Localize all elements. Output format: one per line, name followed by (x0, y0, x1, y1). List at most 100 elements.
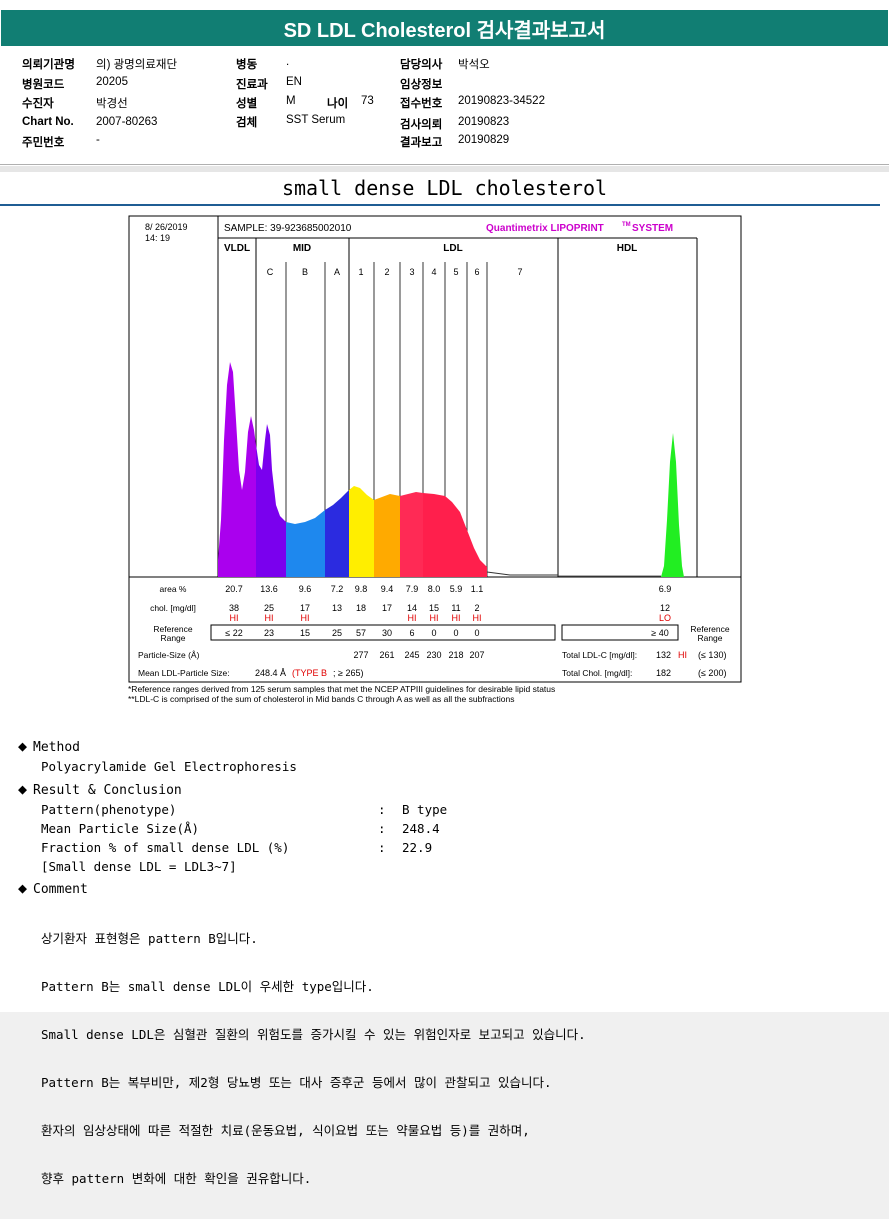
particle-size-label: Particle-Size (Å) (138, 650, 200, 660)
area-value: 5.9 (450, 584, 463, 594)
area-value: 9.8 (355, 584, 368, 594)
result-colon: : (378, 840, 386, 855)
hi-flag: HI (408, 613, 417, 623)
divider (0, 164, 889, 165)
chart-footnotes: *Reference ranges derived from 125 serum… (128, 684, 555, 704)
result-label: Mean Particle Size(Å) (41, 821, 200, 836)
chol-value: 18 (356, 603, 366, 613)
band-label-A: A (334, 267, 340, 277)
info-label: 결과보고 (400, 137, 443, 149)
group-label-hdl: HDL (617, 243, 638, 254)
info-label: 주민번호 (22, 137, 65, 149)
chol-value: 17 (300, 603, 310, 613)
profile-band-3 (400, 492, 423, 577)
band-label-1: 1 (358, 267, 363, 277)
chol-value: 2 (474, 603, 479, 613)
method-text: Polyacrylamide Gel Electrophoresis (41, 759, 297, 774)
area-value: 1.1 (471, 584, 484, 594)
total-ldl-value: 132 (656, 650, 671, 660)
chol-value: 14 (407, 603, 417, 613)
hi-flag: HI (452, 613, 461, 623)
total-chol-ref: (≤ 200) (698, 668, 726, 678)
ref-value: 15 (300, 628, 310, 638)
info-label: 의뢰기관명 (22, 59, 75, 71)
ref-right2: Range (697, 633, 722, 643)
info-value: 의) 광명의료재단 (96, 59, 178, 71)
hdl-chol: 12 (660, 603, 670, 613)
hi-flag: HI (301, 613, 310, 623)
total-ldl-flag: HI (678, 650, 687, 660)
info-row: 의뢰기관명 (22, 56, 75, 72)
area-value: 20.7 (225, 584, 243, 594)
info-value: 20190823-34522 (458, 95, 545, 107)
ref-value: 0 (431, 628, 436, 638)
info-label: 병원코드 (22, 79, 65, 91)
info-value: 20190829 (458, 134, 510, 146)
particle-size-value: 277 (353, 650, 368, 660)
area-value: 9.4 (381, 584, 394, 594)
result-value: B type (402, 802, 448, 817)
hi-flag: HI (230, 613, 239, 623)
info-label: 접수번호 (400, 98, 443, 110)
chol-value: 38 (229, 603, 239, 613)
area-value: 7.9 (406, 584, 419, 594)
info-label: 검체 (236, 117, 258, 129)
result-table: Pattern(phenotype) : B type Mean Particl… (41, 800, 521, 880)
profile-band-1 (349, 486, 374, 577)
band-label-7: 7 (517, 267, 522, 277)
particle-size-value: 261 (379, 650, 394, 660)
info-label: 병동 (236, 59, 258, 71)
chol-value: 25 (264, 603, 274, 613)
diamond-icon: ◆ (18, 737, 28, 755)
comment-line: Pattern B는 small dense LDL이 우세한 type입니다. (41, 979, 374, 994)
particle-size-value: 245 (404, 650, 419, 660)
profile-band-4 (423, 493, 445, 577)
brand-system: SYSTEM (632, 223, 673, 234)
diamond-icon: ◆ (18, 780, 28, 798)
report-title: SD LDL Cholesterol 검사결과보고서 (1, 10, 888, 46)
report-page: SD LDL Cholesterol 검사결과보고서 의뢰기관명 의) 광명의료… (0, 0, 889, 1186)
hdl-flag: LO (659, 613, 671, 623)
footnote: **LDL-C is comprised of the sum of chole… (128, 694, 515, 704)
area-value: 13.6 (260, 584, 278, 594)
comment-line: Small dense LDL은 심혈관 질환의 위험도를 증가시킬 수 있는 … (41, 1027, 586, 1042)
info-label: 담당의사 (400, 59, 443, 71)
hi-flag: HI (265, 613, 274, 623)
group-label-vldl: VLDL (224, 243, 250, 254)
chol-value: 13 (332, 603, 342, 613)
ref-value: 25 (332, 628, 342, 638)
band-label-5: 5 (453, 267, 458, 277)
method-heading: ◆ Method (18, 737, 80, 755)
footnote: *Reference ranges derived from 125 serum… (128, 684, 556, 694)
comment-line: 상기환자 표현형은 pattern B입니다. (41, 931, 258, 946)
ref-value: ≤ 22 (225, 628, 242, 638)
area-value: 9.6 (299, 584, 312, 594)
chart-time: 14: 19 (145, 233, 170, 243)
hdl-area: 6.9 (659, 584, 672, 594)
comment-line: 향후 pattern 변화에 대한 확인을 권유합니다. (41, 1171, 312, 1186)
info-label: 수진자 (22, 98, 54, 110)
info-label: 진료과 (236, 79, 268, 91)
particle-size-value: 218 (448, 650, 463, 660)
chol-value: 11 (451, 603, 460, 613)
comment-line: 환자의 임상상태에 따른 적절한 치료(운동요법, 식이요법 또는 약물요법 등… (41, 1123, 530, 1138)
result-label: Fraction % of small dense LDL (%) (41, 840, 290, 855)
profile-band-2 (374, 494, 400, 577)
particle-size-value: 207 (469, 650, 484, 660)
mean-size-label: Mean LDL-Particle Size: (138, 668, 230, 678)
group-label-ldl: LDL (443, 243, 462, 254)
total-ldl-ref: (≤ 130) (698, 650, 726, 660)
mean-ref: ; ≥ 265) (333, 668, 363, 678)
ref-value: 0 (474, 628, 479, 638)
area-value: 8.0 (428, 584, 441, 594)
ref-value: 0 (453, 628, 458, 638)
hi-flag: HI (473, 613, 482, 623)
mean-size-value: 248.4 Å (255, 668, 286, 678)
area-value: 7.2 (331, 584, 344, 594)
total-chol-value: 182 (656, 668, 671, 678)
chart-date: 8/ 26/2019 (145, 222, 188, 232)
info-label: 검사의뢰 (400, 119, 443, 131)
hi-flag: HI (430, 613, 439, 623)
brand-tm: TM (622, 222, 631, 228)
result-note: [Small dense LDL = LDL3~7] (41, 859, 237, 874)
